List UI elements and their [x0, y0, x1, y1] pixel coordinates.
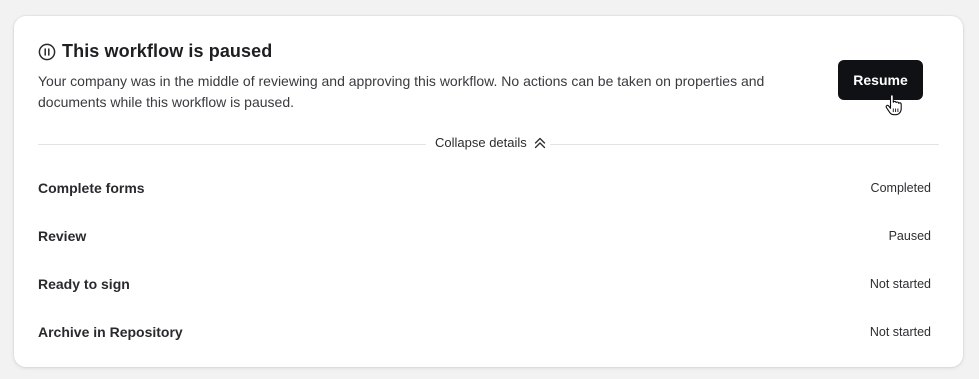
divider-line-left — [38, 144, 426, 145]
workflow-paused-card: This workflow is paused Your company was… — [14, 16, 963, 367]
step-name: Archive in Repository — [38, 324, 183, 340]
banner-title: This workflow is paused — [62, 41, 273, 61]
banner-description: Your company was in the middle of review… — [38, 73, 765, 110]
step-row: Complete forms Completed — [38, 164, 931, 212]
step-row: Review Paused — [38, 212, 931, 260]
step-row: Archive in Repository Not started — [38, 308, 931, 356]
step-name: Complete forms — [38, 180, 145, 196]
step-name: Review — [38, 228, 87, 244]
double-chevron-up-icon — [533, 136, 547, 150]
details-divider: Collapse details — [38, 134, 939, 154]
pause-circle-icon — [38, 43, 56, 61]
step-status: Not started — [869, 277, 931, 291]
resume-button[interactable]: Resume — [838, 60, 923, 100]
step-status: Completed — [870, 181, 931, 195]
workflow-steps-list: Complete forms Completed Review Paused R… — [38, 164, 931, 356]
hand-pointer-cursor-icon — [884, 94, 904, 116]
step-status: Not started — [869, 325, 931, 339]
step-name: Ready to sign — [38, 276, 130, 292]
banner-header: This workflow is paused — [38, 41, 272, 62]
step-row: Ready to sign Not started — [38, 260, 931, 308]
collapse-details-label: Collapse details — [435, 135, 527, 150]
step-status: Paused — [888, 229, 931, 243]
collapse-details-toggle[interactable]: Collapse details — [435, 135, 547, 150]
divider-line-right — [550, 144, 939, 145]
